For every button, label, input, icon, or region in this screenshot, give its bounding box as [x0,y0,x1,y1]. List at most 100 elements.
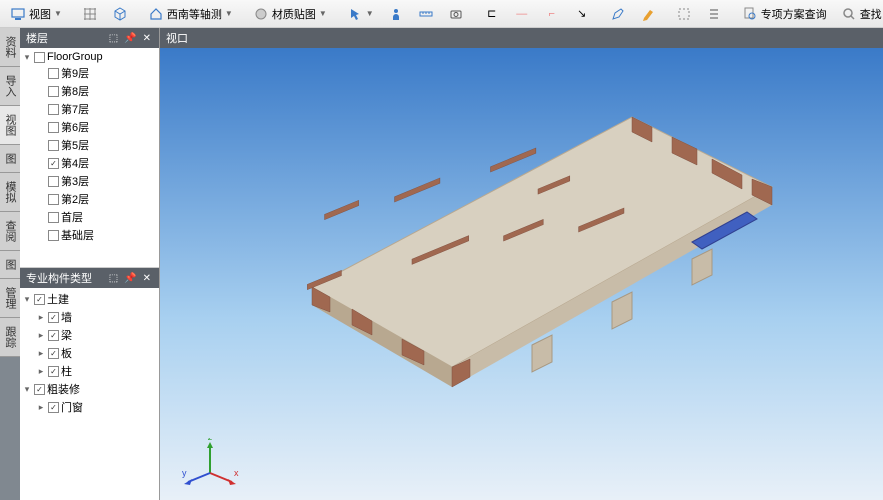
texture-button[interactable]: 材质贴图 ▼ [247,4,333,24]
checkbox[interactable]: ✓ [34,384,45,395]
checkbox[interactable]: ✓ [48,348,59,359]
measure-button[interactable] [412,4,440,24]
tree-item[interactable]: 首层 [22,208,157,226]
expand-icon[interactable]: ▸ [36,330,46,341]
tree-item[interactable]: 第7层 [22,100,157,118]
tree-item[interactable]: 第6层 [22,118,157,136]
close-icon[interactable]: ✕ [141,33,153,44]
expand-icon[interactable]: ▸ [36,312,46,323]
axis-gizmo[interactable]: z x y [180,438,240,488]
pin-icon[interactable]: 📌 [122,33,138,44]
tree-item-label: 第6层 [61,119,157,135]
tree-item[interactable]: ▸✓梁 [22,326,157,344]
tree-item-label: 第3层 [61,173,157,189]
special-query-label: 专项方案查询 [761,6,827,22]
checkbox[interactable] [34,52,45,63]
tree-item[interactable]: 第3层 [22,172,157,190]
tool3-button[interactable]: ⌐ [538,4,566,24]
types-panel-title: 专业构件类型 [26,270,92,286]
left-tab-review[interactable]: 查阅 [0,212,20,251]
checkbox[interactable]: ✓ [48,158,59,169]
left-tab-import[interactable]: 导入 [0,67,20,106]
collapse-icon[interactable]: ▾ [22,52,32,63]
svg-text:x: x [234,468,239,478]
checkbox[interactable] [48,194,59,205]
tool2-button[interactable]: — [508,4,536,24]
tree-item[interactable]: 第8层 [22,82,157,100]
cursor-button[interactable]: ▼ [341,4,380,24]
floors-panel-title: 楼层 [26,30,48,46]
left-tab-simulate[interactable]: 模拟 [0,173,20,212]
tree-item[interactable]: 第5层 [22,136,157,154]
grid-button[interactable] [76,4,104,24]
checkbox[interactable] [48,86,59,97]
pen-button[interactable] [604,4,632,24]
left-tab-view[interactable]: 视图 [0,106,20,145]
checkbox[interactable]: ✓ [48,312,59,323]
checkbox[interactable]: ✓ [34,294,45,305]
checkbox[interactable]: ✓ [48,366,59,377]
left-tab-diagram[interactable]: 图 [0,145,20,173]
tree-group-label: 土建 [47,291,157,307]
texture-label: 材质贴图 [272,6,316,22]
monitor-icon [10,6,26,22]
tree-item-label: 第2层 [61,191,157,207]
tree-item[interactable]: ▸✓板 [22,344,157,362]
view-button[interactable]: 视图 ▼ [4,4,68,24]
highlight-button[interactable] [634,4,662,24]
tool1-button[interactable]: ⊏ [478,4,506,24]
tree-item[interactable]: 第2层 [22,190,157,208]
cursor-icon [347,6,363,22]
camera-button[interactable] [442,4,470,24]
tool4-button[interactable]: ↘ [568,4,596,24]
checkbox[interactable] [48,212,59,223]
collapse-icon[interactable]: ▾ [22,294,32,305]
viewport-canvas[interactable]: z x y [160,48,883,500]
checkbox[interactable] [48,230,59,241]
expand-icon[interactable]: ▸ [36,348,46,359]
left-tab-diagram2[interactable]: 图 [0,251,20,279]
person-icon [388,6,404,22]
search-doc-icon [742,6,758,22]
sphere-icon [253,6,269,22]
cube-button[interactable] [106,4,134,24]
tree-item[interactable]: ▸✓门窗 [22,398,157,416]
tree-group[interactable]: ▾✓粗装修 [22,380,157,398]
floors-tree: ▾ FloorGroup 第9层第8层第7层第6层第5层✓第4层第3层第2层首层… [20,48,159,267]
minus-icon: — [514,6,530,22]
tree-item[interactable]: ▸✓墙 [22,308,157,326]
tree-item[interactable]: 基础层 [22,226,157,244]
left-tab-track[interactable]: 跟踪 [0,318,20,357]
checkbox[interactable] [48,122,59,133]
sw-iso-button[interactable]: 西南等轴测 ▼ [142,4,239,24]
expand-icon[interactable]: ▸ [36,402,46,413]
person-button[interactable] [382,4,410,24]
tree-group[interactable]: ▾✓土建 [22,290,157,308]
floors-panel: 楼层 ⬚ 📌 ✕ ▾ FloorGroup 第9层第8层第7层第6层第5层✓第4… [20,28,159,268]
checkbox[interactable] [48,176,59,187]
pin-icon[interactable]: 📌 [122,273,138,284]
pin-icon[interactable]: ⬚ [107,33,120,44]
tree-item[interactable]: ▸✓柱 [22,362,157,380]
checkbox[interactable]: ✓ [48,330,59,341]
tree-item-label: 第9层 [61,65,157,81]
clip-button[interactable] [670,4,698,24]
tree-item[interactable]: ✓第4层 [22,154,157,172]
special-query-button[interactable]: 专项方案查询 [736,4,833,24]
close-icon[interactable]: ✕ [141,273,153,284]
search-button[interactable]: 查找 [835,4,883,24]
tree-item[interactable]: 第9层 [22,64,157,82]
checkbox[interactable] [48,104,59,115]
tree-root[interactable]: ▾ FloorGroup [22,50,157,64]
tree-item-label: 第8层 [61,83,157,99]
expand-icon[interactable]: ▸ [36,366,46,377]
checkbox[interactable]: ✓ [48,402,59,413]
checkbox[interactable] [48,140,59,151]
collapse-icon[interactable]: ▾ [22,384,32,395]
bars-button[interactable] [700,4,728,24]
pin-icon[interactable]: ⬚ [107,273,120,284]
checkbox[interactable] [48,68,59,79]
left-tab-materials[interactable]: 资料 [0,28,20,67]
left-tab-manage[interactable]: 管理 [0,279,20,318]
search-label: 查找 [860,6,882,22]
